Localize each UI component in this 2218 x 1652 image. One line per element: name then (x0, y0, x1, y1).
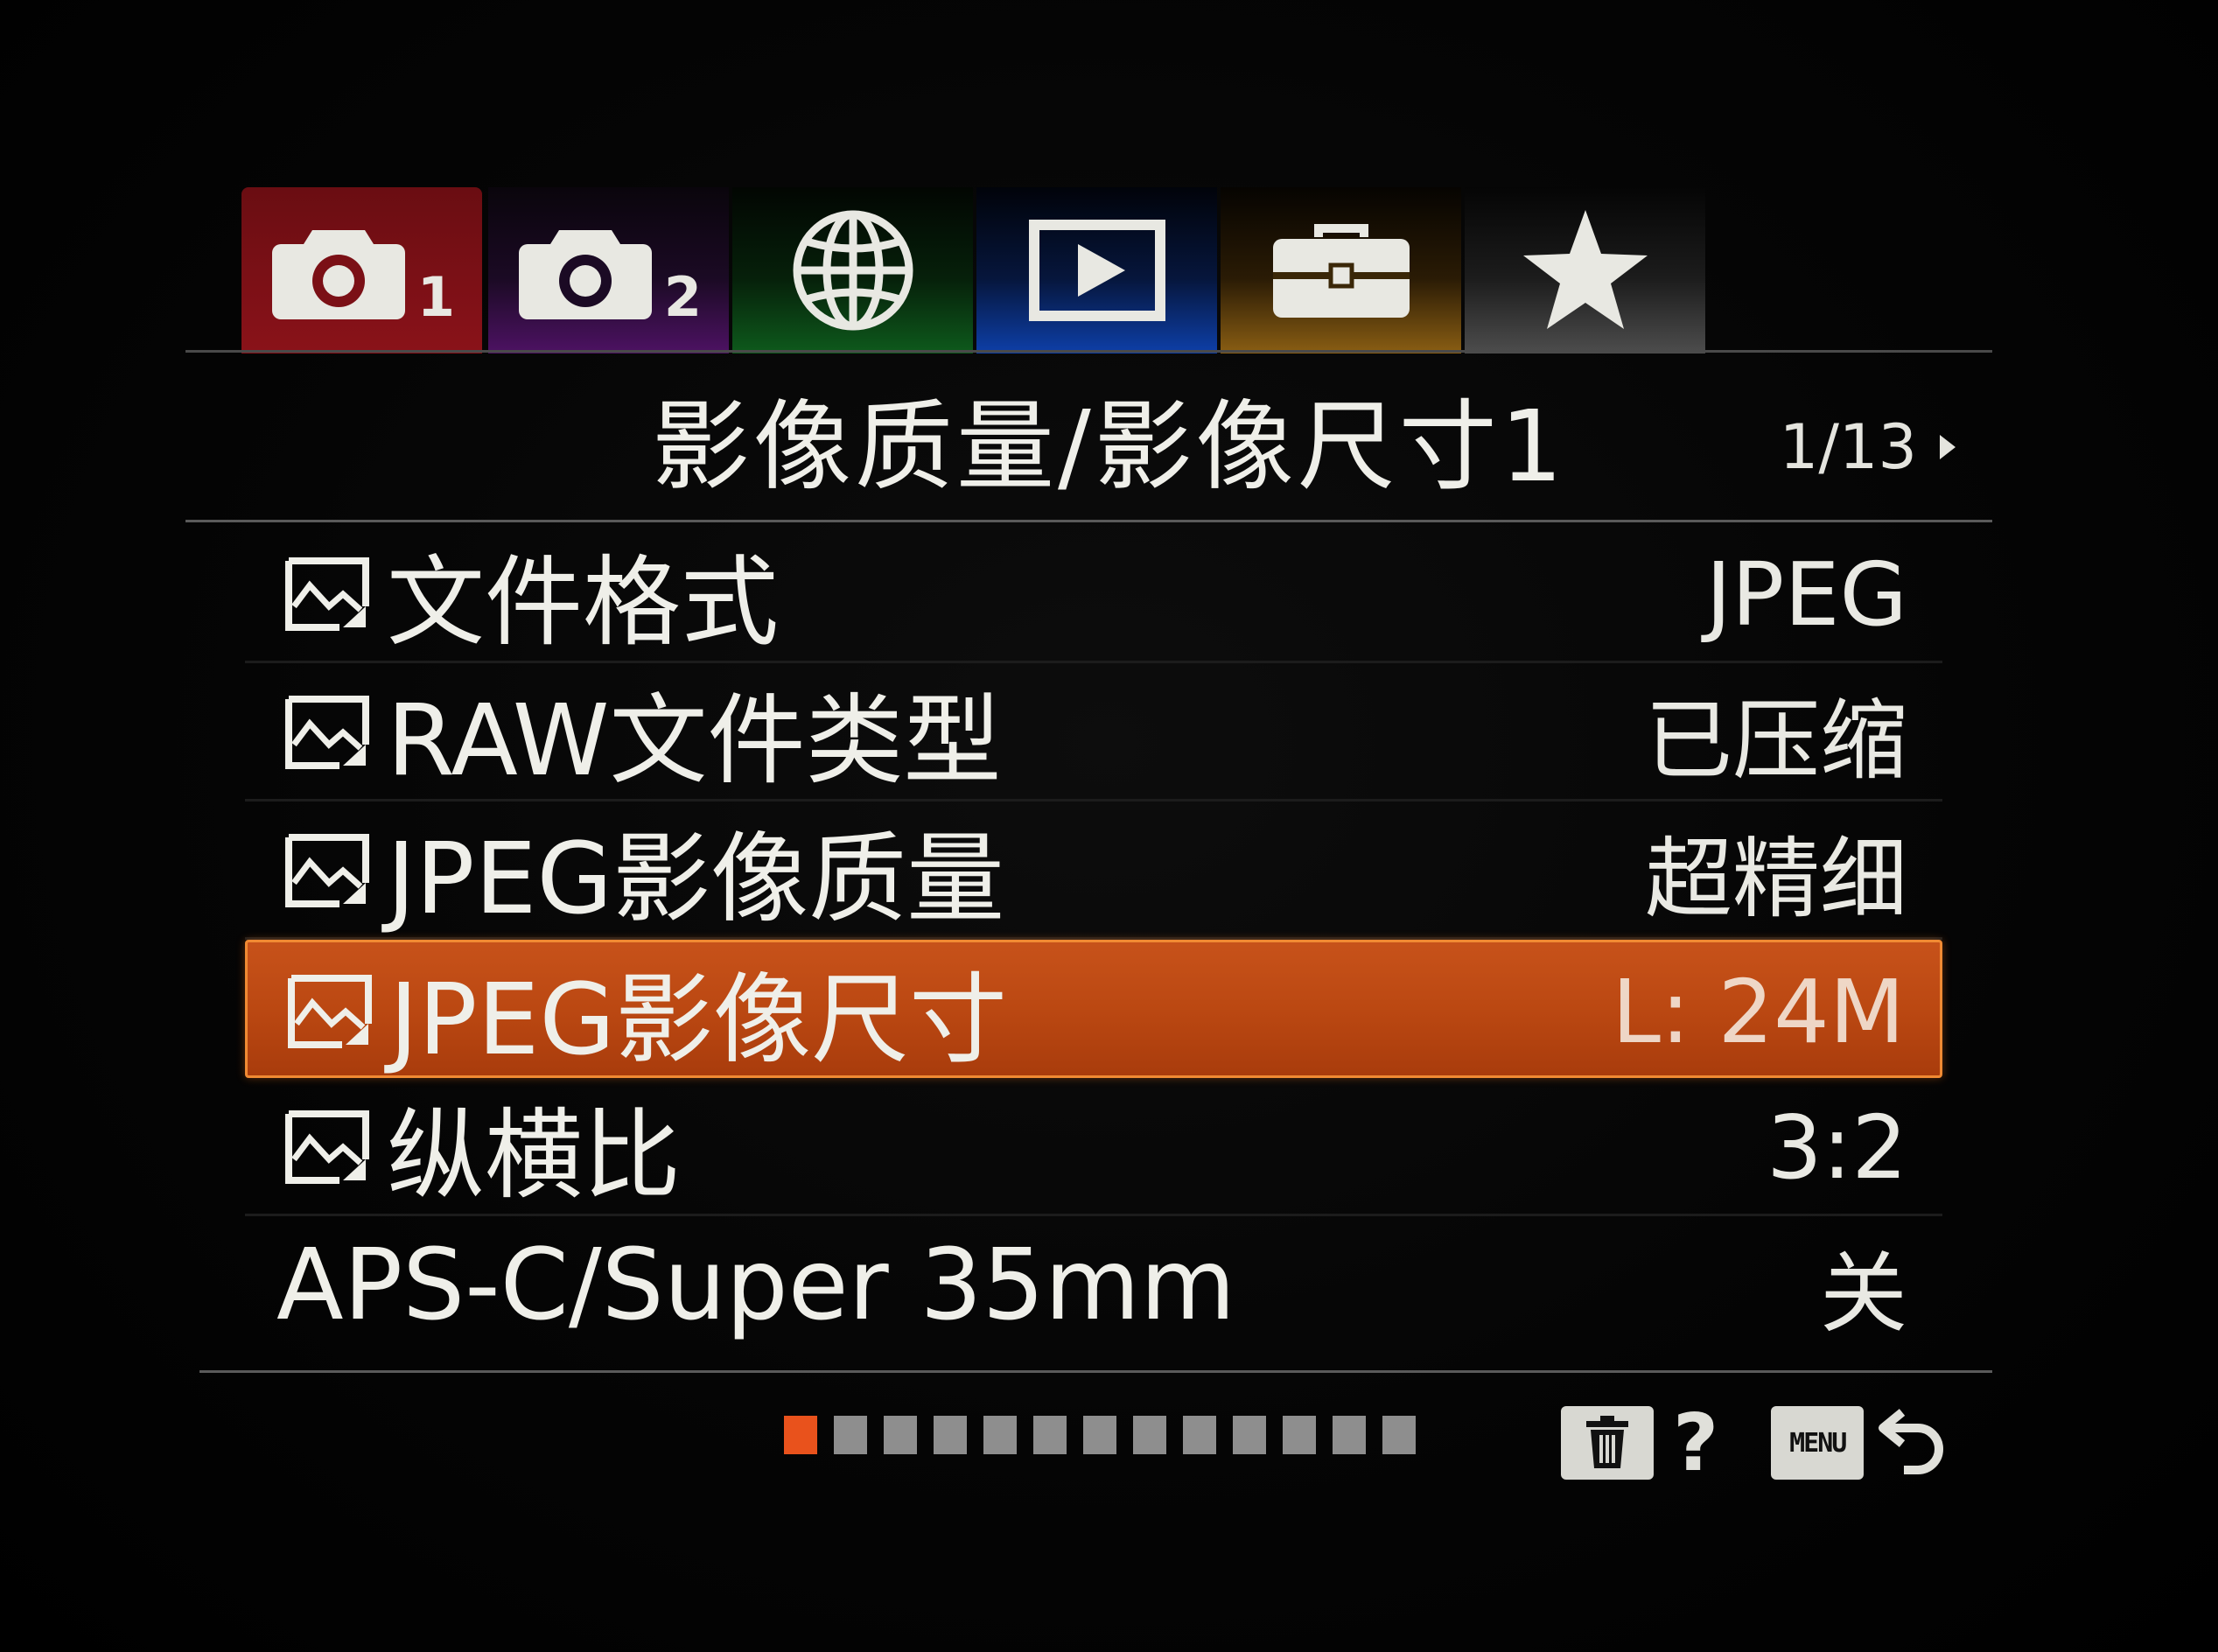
playback-icon (1028, 220, 1165, 321)
page-position-indicator (784, 1416, 1432, 1454)
tab-number: 2 (663, 264, 703, 329)
tab-divider (185, 350, 1992, 353)
button-hints: ? MENU (1561, 1397, 1948, 1489)
menu-item-value: 关 (1820, 1242, 1907, 1345)
page-dot (1033, 1416, 1067, 1454)
menu-item-file-format[interactable]: 文件格式 JPEG (245, 525, 1942, 663)
menu-item-value: L: 24M (1612, 960, 1905, 1063)
page-dot (1133, 1416, 1166, 1454)
still-image-icon (285, 696, 369, 769)
menu-item-value: JPEG (1705, 542, 1907, 646)
tab-shooting-2[interactable]: 2 (488, 187, 729, 354)
menu-button[interactable]: MENU (1771, 1406, 1865, 1480)
page-number: 1/13 (1779, 411, 1917, 483)
page-dot (1233, 1416, 1266, 1454)
menu-item-label: 文件格式 (387, 546, 779, 660)
camera-icon (271, 230, 405, 319)
menu-item-label: RAW文件类型 (387, 684, 1002, 798)
menu-item-label: JPEG影像尺寸 (389, 963, 1008, 1077)
page-dot (1183, 1416, 1216, 1454)
menu-item-value: 已压缩 (1645, 689, 1907, 792)
page-dot (934, 1416, 967, 1454)
tab-number: 1 (416, 264, 456, 329)
next-page-arrow-icon (1940, 435, 1956, 459)
menu-item-value: 超精细 (1645, 827, 1907, 930)
camera-menu-screen: 1 2 影像质量/影像尺寸1 1/13 文件格式 JPEG RAW文件类型 已压… (0, 0, 2218, 1652)
menu-item-label: APS-C/Super 35mm (276, 1228, 1236, 1342)
page-dot (1333, 1416, 1366, 1454)
still-image-icon (288, 975, 372, 1048)
page-dot (834, 1416, 867, 1454)
tab-my-menu[interactable] (1465, 187, 1705, 354)
menu-item-label: 纵横比 (387, 1099, 681, 1213)
menu-list: 文件格式 JPEG RAW文件类型 已压缩 JPEG影像质量 超精细 JPEG影… (245, 525, 1942, 1354)
tab-playback[interactable] (976, 187, 1217, 354)
help-icon[interactable]: ? (1673, 1397, 1718, 1489)
still-image-icon (285, 834, 369, 907)
title-divider (185, 520, 1992, 522)
return-icon[interactable] (1878, 1404, 1948, 1482)
camera-icon (518, 230, 652, 319)
trash-icon (1586, 1416, 1628, 1468)
globe-icon (793, 210, 913, 331)
menu-item-label: JPEG影像质量 (387, 822, 1005, 936)
page-dot (1283, 1416, 1316, 1454)
page-dot (884, 1416, 917, 1454)
menu-item-aspect-ratio[interactable]: 纵横比 3:2 (245, 1078, 1942, 1216)
delete-button[interactable] (1561, 1406, 1654, 1480)
page-dot (983, 1416, 1017, 1454)
menu-button-label: MENU (1789, 1427, 1847, 1459)
star-icon (1522, 210, 1648, 329)
page-dot (1083, 1416, 1116, 1454)
menu-item-raw-file-type[interactable]: RAW文件类型 已压缩 (245, 663, 1942, 802)
menu-item-aps-c-super35[interactable]: APS-C/Super 35mm 关 (245, 1216, 1942, 1354)
menu-tab-bar: 1 2 (241, 187, 1705, 354)
tab-network[interactable] (732, 187, 973, 354)
menu-item-value: 3:2 (1767, 1096, 1907, 1199)
still-image-icon (285, 557, 369, 631)
page-indicator[interactable]: 1/13 (1780, 411, 1956, 483)
menu-item-jpeg-quality[interactable]: JPEG影像质量 超精细 (245, 802, 1942, 940)
still-image-icon (285, 1110, 369, 1184)
toolbox-icon (1272, 224, 1410, 318)
tab-shooting-1[interactable]: 1 (241, 187, 482, 354)
footer-divider (199, 1370, 1992, 1373)
menu-item-jpeg-image-size[interactable]: JPEG影像尺寸 L: 24M (245, 940, 1942, 1078)
page-dot-active (784, 1416, 817, 1454)
page-dot (1382, 1416, 1416, 1454)
tab-setup[interactable] (1221, 187, 1461, 354)
